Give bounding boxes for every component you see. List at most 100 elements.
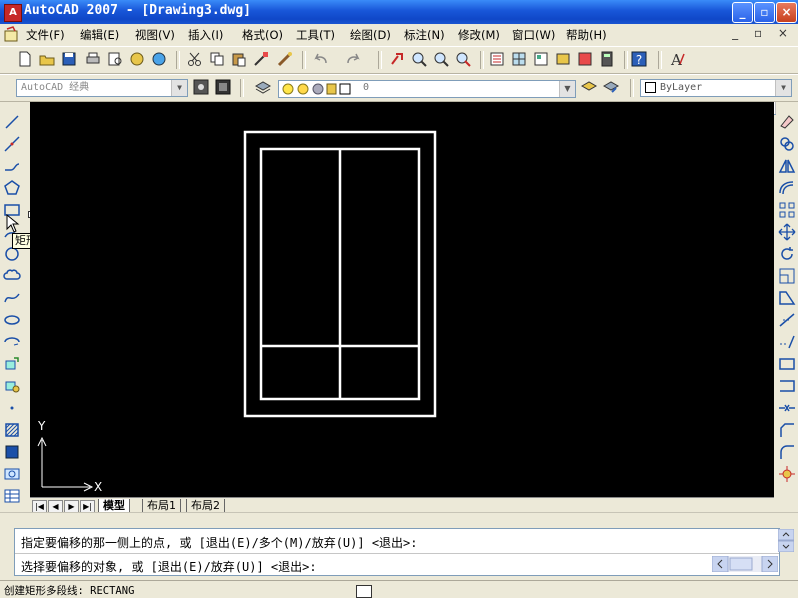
- command-prompt-line[interactable]: 选择要偏移的对象, 或 [退出(E)/放弃(U)] <退出>:: [21, 558, 317, 575]
- menu-draw[interactable]: 绘图(D): [350, 27, 391, 43]
- markup-icon[interactable]: [576, 50, 594, 68]
- array-icon[interactable]: [777, 200, 797, 220]
- point-icon[interactable]: [2, 398, 22, 418]
- command-horizontal-scrollbar[interactable]: [712, 556, 778, 572]
- print-icon[interactable]: [84, 50, 102, 68]
- construction-line-icon[interactable]: [2, 134, 22, 154]
- maximize-button[interactable]: ▫: [754, 2, 775, 23]
- chevron-down-icon[interactable]: ▼: [559, 81, 575, 97]
- menu-window[interactable]: 窗口(W): [512, 27, 555, 43]
- drawing-canvas[interactable]: Y X: [30, 102, 774, 497]
- zoom-previous-icon[interactable]: [454, 50, 472, 68]
- chevron-down-icon[interactable]: ▼: [171, 80, 187, 96]
- modify-toolbar: [776, 102, 798, 512]
- move-icon[interactable]: [777, 222, 797, 242]
- help-icon[interactable]: ?: [630, 50, 648, 68]
- command-scrollbar[interactable]: [778, 529, 794, 552]
- autocad-app-icon[interactable]: A: [4, 4, 22, 22]
- svg-text:A: A: [670, 51, 682, 68]
- revision-cloud-icon[interactable]: [2, 266, 22, 286]
- polyline-icon[interactable]: [2, 156, 22, 176]
- design-center-icon[interactable]: [510, 50, 528, 68]
- workspace-combo[interactable]: AutoCAD 经典 ▼: [16, 79, 188, 97]
- ucs-x-label: X: [94, 480, 102, 494]
- block-editor-icon[interactable]: [276, 50, 294, 68]
- document-icon[interactable]: [3, 26, 19, 42]
- menu-tools[interactable]: 工具(T): [296, 27, 335, 43]
- publish-icon[interactable]: [128, 50, 146, 68]
- spline-icon[interactable]: [2, 288, 22, 308]
- hatch-icon[interactable]: [2, 420, 22, 440]
- make-block-icon[interactable]: [2, 376, 22, 396]
- close-button[interactable]: ×: [776, 2, 797, 23]
- command-window[interactable]: 指定要偏移的那一侧上的点, 或 [退出(E)/多个(M)/放弃(U)] <退出>…: [14, 528, 780, 576]
- tool-palettes-icon[interactable]: [532, 50, 550, 68]
- menu-insert[interactable]: 插入(I): [188, 27, 223, 43]
- copy-object-icon[interactable]: [777, 134, 797, 154]
- copy-icon[interactable]: [208, 50, 226, 68]
- stretch-icon[interactable]: [777, 288, 797, 308]
- mirror-icon[interactable]: [777, 156, 797, 176]
- offset-icon[interactable]: [777, 178, 797, 198]
- cut-icon[interactable]: [186, 50, 204, 68]
- menu-help[interactable]: 帮助(H): [566, 27, 607, 43]
- redo-icon[interactable]: [344, 50, 362, 68]
- layer-combo[interactable]: 0 ▼: [278, 80, 576, 98]
- make-layer-current-icon[interactable]: [580, 78, 598, 96]
- command-history-line: 指定要偏移的那一侧上的点, 或 [退出(E)/多个(M)/放弃(U)] <退出>…: [21, 536, 418, 550]
- join-icon[interactable]: [777, 398, 797, 418]
- undo-icon[interactable]: [312, 50, 330, 68]
- match-properties-icon[interactable]: [252, 50, 270, 68]
- fillet-icon[interactable]: [777, 442, 797, 462]
- break-icon[interactable]: [777, 376, 797, 396]
- polygon-icon[interactable]: [2, 178, 22, 198]
- extend-icon[interactable]: [777, 332, 797, 352]
- document-window-controls[interactable]: _ ▫ ×: [732, 26, 794, 40]
- status-tray-icon[interactable]: [356, 585, 372, 598]
- command-splitter[interactable]: [0, 512, 798, 527]
- line-icon[interactable]: [2, 112, 22, 132]
- trim-icon[interactable]: [777, 310, 797, 330]
- text-style-icon[interactable]: A: [668, 50, 686, 68]
- menu-modify[interactable]: 修改(M): [458, 27, 500, 43]
- chamfer-icon[interactable]: [777, 420, 797, 440]
- minimize-button[interactable]: _: [732, 2, 753, 23]
- properties-icon[interactable]: [488, 50, 506, 68]
- print-preview-icon[interactable]: [106, 50, 124, 68]
- open-icon[interactable]: [38, 50, 56, 68]
- publish-web-icon[interactable]: [150, 50, 168, 68]
- workspace-settings-icon[interactable]: [192, 78, 210, 96]
- menu-view[interactable]: 视图(V): [135, 27, 175, 43]
- ellipse-arc-icon[interactable]: [2, 332, 22, 352]
- calculator-icon[interactable]: [598, 50, 616, 68]
- zoom-realtime-icon[interactable]: [410, 50, 428, 68]
- layer-properties-icon[interactable]: [254, 78, 272, 96]
- menu-dimension[interactable]: 标注(N): [404, 27, 445, 43]
- menu-file[interactable]: 文件(F): [26, 27, 65, 43]
- erase-icon[interactable]: [777, 112, 797, 132]
- workspace-save-icon[interactable]: [214, 78, 232, 96]
- chevron-down-icon[interactable]: ▼: [775, 80, 791, 96]
- table-icon[interactable]: [2, 486, 22, 506]
- insert-block-icon[interactable]: [2, 354, 22, 374]
- color-value: ByLayer: [660, 82, 703, 93]
- paste-icon[interactable]: [230, 50, 248, 68]
- color-combo[interactable]: ByLayer ▼: [640, 79, 792, 97]
- explode-icon[interactable]: [777, 464, 797, 484]
- gradient-icon[interactable]: [2, 442, 22, 462]
- rotate-icon[interactable]: [777, 244, 797, 264]
- scale-icon[interactable]: [777, 266, 797, 286]
- region-icon[interactable]: [2, 464, 22, 484]
- break-at-point-icon[interactable]: [777, 354, 797, 374]
- pan-realtime-icon[interactable]: [388, 50, 406, 68]
- sheet-set-icon[interactable]: [554, 50, 572, 68]
- layer-previous-icon[interactable]: [602, 78, 620, 96]
- status-bar: 创建矩形多段线: RECTANG: [0, 580, 798, 598]
- new-icon[interactable]: [16, 50, 34, 68]
- ellipse-icon[interactable]: [2, 310, 22, 330]
- zoom-window-icon[interactable]: [432, 50, 450, 68]
- save-icon[interactable]: [60, 50, 78, 68]
- window-title: AutoCAD 2007 - [Drawing3.dwg]: [24, 3, 251, 18]
- menu-edit[interactable]: 编辑(E): [80, 27, 119, 43]
- menu-format[interactable]: 格式(O): [242, 27, 283, 43]
